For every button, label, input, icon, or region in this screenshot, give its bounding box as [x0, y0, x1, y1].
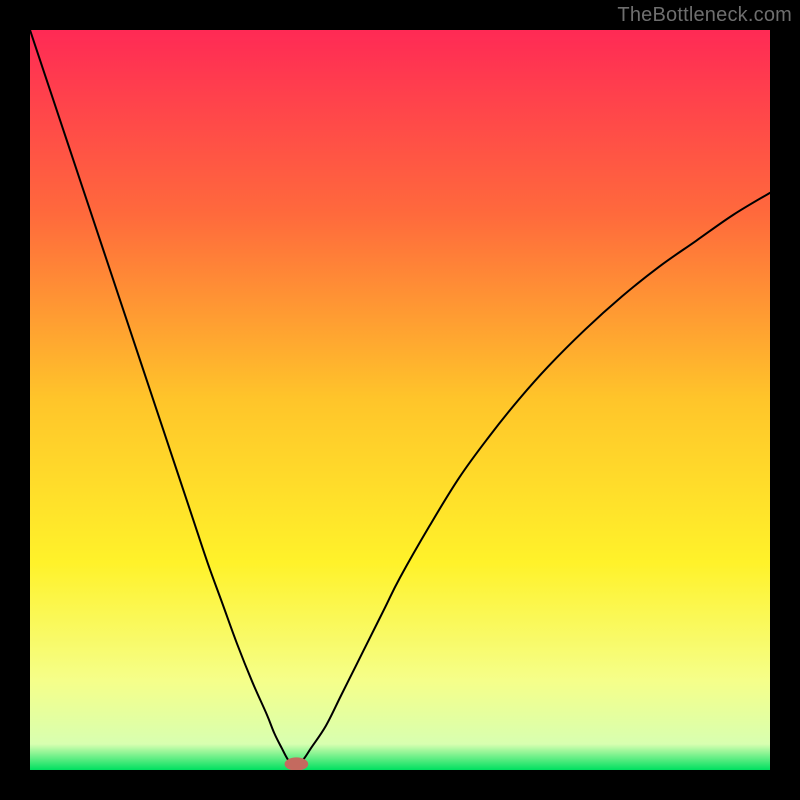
watermark-text: TheBottleneck.com [617, 4, 792, 27]
chart-svg [30, 30, 770, 770]
plot-area [30, 30, 770, 770]
chart-container: TheBottleneck.com [0, 0, 800, 800]
chart-background [30, 30, 770, 770]
